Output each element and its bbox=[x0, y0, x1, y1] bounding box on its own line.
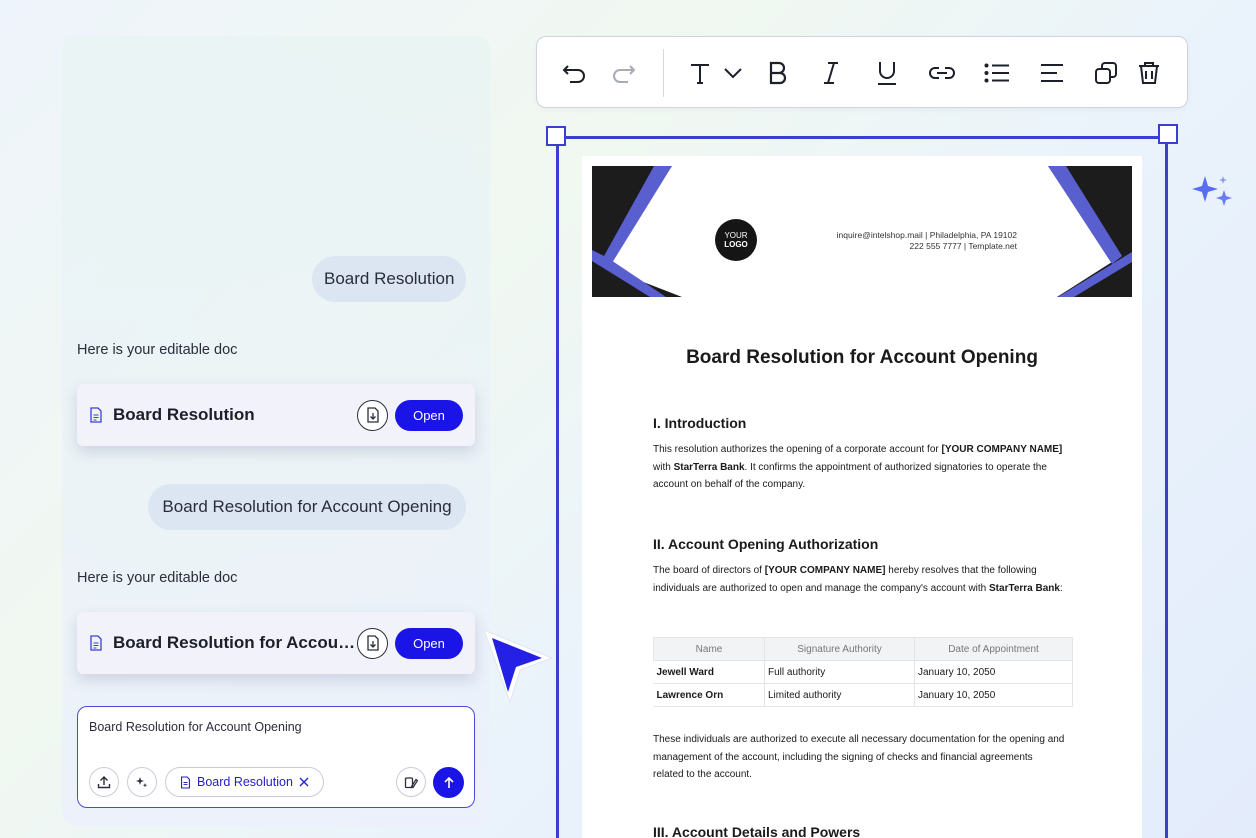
download-button[interactable] bbox=[357, 399, 388, 431]
send-button[interactable] bbox=[433, 767, 464, 798]
assistant-message: Here is your editable doc bbox=[77, 342, 238, 358]
text-style-button[interactable] bbox=[684, 57, 716, 89]
underline-button[interactable] bbox=[871, 57, 903, 89]
selection-frame bbox=[556, 136, 1168, 838]
chip-label: Board Resolution bbox=[197, 775, 293, 789]
align-icon bbox=[1041, 64, 1063, 82]
doc-card[interactable]: Board Resolution for Account… Open bbox=[77, 612, 475, 674]
undo-button[interactable] bbox=[559, 57, 591, 89]
underline-icon bbox=[878, 62, 896, 85]
doc-card-title: Board Resolution bbox=[113, 405, 255, 424]
upload-button[interactable] bbox=[89, 767, 119, 797]
document-icon bbox=[89, 407, 105, 423]
list-icon bbox=[984, 63, 1009, 83]
align-button[interactable] bbox=[1036, 57, 1068, 89]
undo-icon bbox=[562, 65, 585, 83]
template-icon bbox=[404, 777, 418, 789]
resize-handle-top-left[interactable] bbox=[546, 126, 566, 146]
pointer-cursor-icon bbox=[483, 629, 554, 704]
user-message-bubble: Board Resolution for Account Opening bbox=[148, 484, 466, 530]
chevron-down-icon bbox=[724, 68, 742, 79]
bold-icon bbox=[769, 61, 787, 85]
sparkle-icon bbox=[136, 777, 148, 788]
redo-button[interactable] bbox=[607, 57, 639, 89]
text-style-dropdown[interactable] bbox=[717, 57, 749, 89]
delete-icon bbox=[1139, 62, 1159, 84]
italic-button[interactable] bbox=[815, 57, 847, 89]
document-icon bbox=[181, 775, 190, 789]
chat-input-box[interactable]: Board Resolution for Account Opening Boa… bbox=[77, 706, 475, 808]
link-icon bbox=[929, 67, 955, 79]
resize-handle-top-right[interactable] bbox=[1158, 124, 1178, 144]
text-style-icon bbox=[691, 64, 709, 84]
download-icon bbox=[366, 635, 379, 651]
redo-icon bbox=[613, 65, 636, 83]
doc-card[interactable]: Board Resolution Open bbox=[77, 384, 475, 446]
download-button[interactable] bbox=[357, 627, 388, 659]
format-toolbar bbox=[536, 36, 1188, 108]
magic-button[interactable] bbox=[127, 767, 157, 797]
duplicate-button[interactable] bbox=[1090, 57, 1122, 89]
document-icon bbox=[89, 635, 105, 651]
open-button[interactable]: Open bbox=[395, 627, 463, 659]
close-icon[interactable] bbox=[299, 777, 309, 787]
sparkle-icon bbox=[1192, 176, 1232, 206]
attached-doc-chip[interactable]: Board Resolution bbox=[165, 767, 324, 797]
assistant-message: Here is your editable doc bbox=[77, 570, 238, 586]
arrow-up-icon bbox=[443, 776, 454, 788]
download-icon bbox=[366, 407, 379, 423]
chat-input-text[interactable]: Board Resolution for Account Opening bbox=[89, 720, 302, 734]
template-button[interactable] bbox=[396, 767, 426, 797]
bold-button[interactable] bbox=[762, 57, 794, 89]
upload-icon bbox=[97, 776, 111, 789]
delete-button[interactable] bbox=[1133, 57, 1165, 89]
duplicate-icon bbox=[1095, 62, 1117, 84]
list-button[interactable] bbox=[981, 57, 1013, 89]
italic-icon bbox=[824, 62, 838, 84]
toolbar-divider bbox=[663, 49, 664, 97]
user-message-bubble: Board Resolution bbox=[312, 256, 466, 302]
open-button[interactable]: Open bbox=[395, 399, 463, 431]
doc-card-title: Board Resolution for Account… bbox=[113, 633, 357, 652]
link-button[interactable] bbox=[926, 57, 958, 89]
